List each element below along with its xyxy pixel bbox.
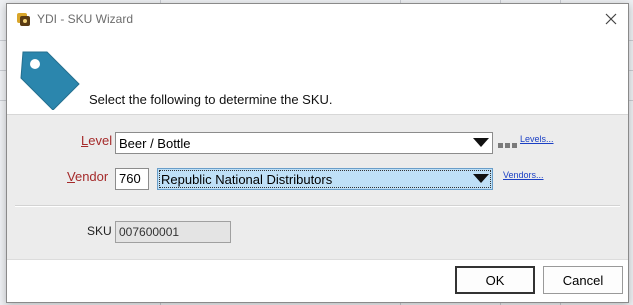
- level-label-rest: evel: [88, 133, 113, 148]
- close-icon: [605, 13, 617, 25]
- cancel-button[interactable]: Cancel: [543, 266, 623, 294]
- ellipsis-icon: [498, 143, 517, 148]
- wizard-app-icon: [17, 13, 30, 26]
- vendor-dropdown[interactable]: Republic National Distributors: [157, 168, 493, 190]
- level-dropdown-value: Beer / Bottle: [119, 135, 191, 151]
- vendor-code-input[interactable]: 760: [115, 168, 149, 190]
- vendor-label-rest: endor: [74, 169, 109, 184]
- vendor-dropdown-value: Republic National Distributors: [161, 171, 333, 187]
- ok-button[interactable]: OK: [455, 266, 535, 294]
- sku-field: 007600001: [115, 221, 231, 243]
- price-tag-icon: [20, 51, 80, 110]
- chevron-down-icon[interactable]: [470, 133, 492, 153]
- levels-link[interactable]: Levels...: [520, 134, 554, 144]
- sku-label: SKU: [87, 224, 112, 238]
- level-dropdown[interactable]: Beer / Bottle: [115, 132, 493, 154]
- sku-wizard-dialog: YDI - SKU Wizard Select the following to…: [6, 3, 629, 303]
- instruction-text: Select the following to determine the SK…: [89, 92, 333, 107]
- vendor-label-mnemonic: V: [67, 169, 75, 184]
- divider: [15, 205, 620, 207]
- window-title: YDI - SKU Wizard: [37, 12, 134, 26]
- vendor-label: Vendor: [67, 169, 108, 184]
- vendors-link[interactable]: Vendors...: [503, 170, 544, 180]
- title-bar: YDI - SKU Wizard: [7, 4, 628, 34]
- wizard-header: Select the following to determine the SK…: [7, 34, 628, 114]
- level-label: Level: [81, 133, 112, 148]
- chevron-down-icon[interactable]: [470, 169, 492, 189]
- form-area: Level Beer / Bottle Levels... Vendor 760…: [7, 114, 628, 260]
- dialog-footer: OK Cancel: [7, 259, 628, 302]
- close-button[interactable]: [594, 4, 628, 34]
